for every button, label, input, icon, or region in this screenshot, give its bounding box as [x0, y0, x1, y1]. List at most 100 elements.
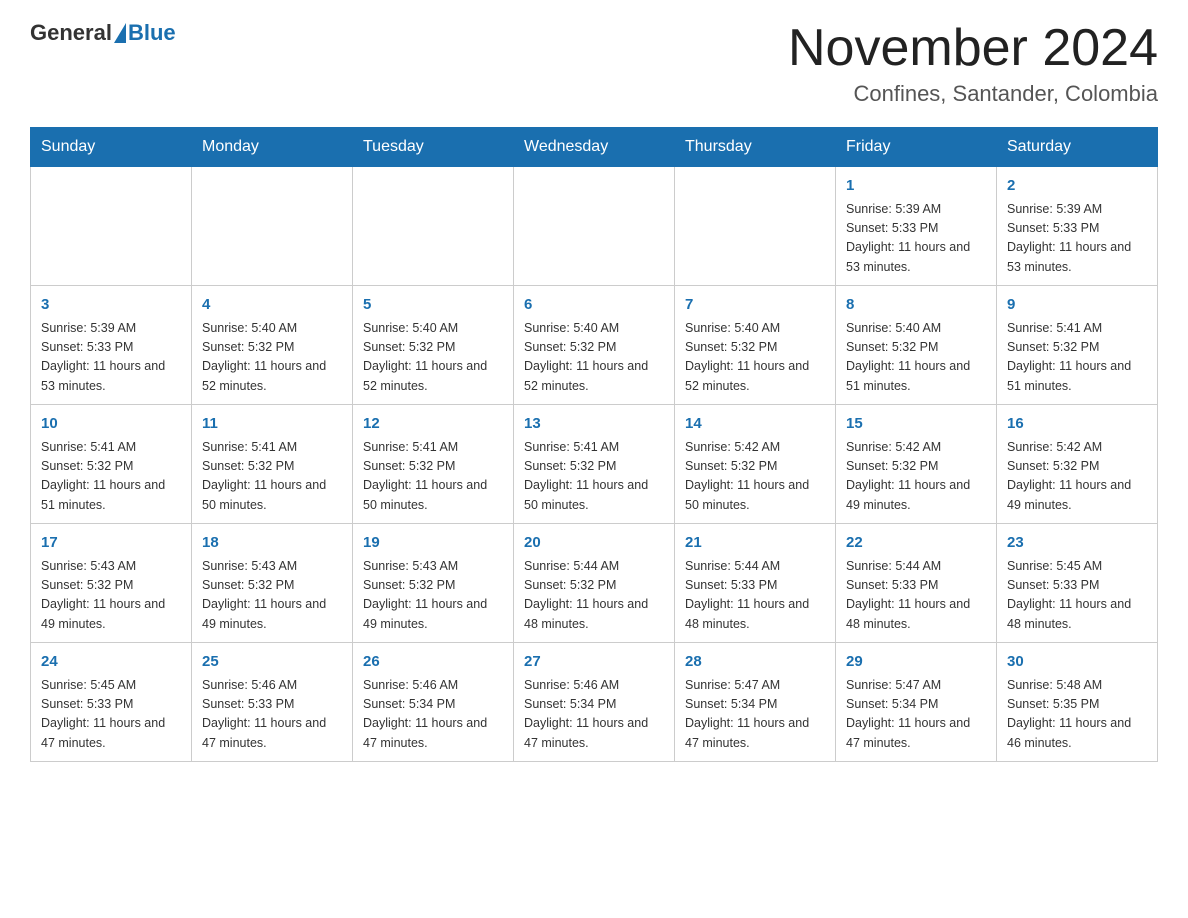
logo: General Blue [30, 20, 176, 46]
title-area: November 2024 Confines, Santander, Colom… [788, 20, 1158, 107]
calendar-cell: 13Sunrise: 5:41 AMSunset: 5:32 PMDayligh… [514, 405, 675, 524]
calendar-cell [353, 167, 514, 286]
day-number: 16 [1007, 413, 1147, 436]
day-number: 24 [41, 651, 181, 674]
day-number: 29 [846, 651, 986, 674]
day-info: Sunrise: 5:46 AMSunset: 5:34 PMDaylight:… [363, 676, 503, 754]
calendar-cell: 11Sunrise: 5:41 AMSunset: 5:32 PMDayligh… [192, 405, 353, 524]
day-info: Sunrise: 5:40 AMSunset: 5:32 PMDaylight:… [846, 319, 986, 397]
day-info: Sunrise: 5:41 AMSunset: 5:32 PMDaylight:… [363, 438, 503, 516]
page-header: General Blue November 2024 Confines, San… [30, 20, 1158, 107]
day-info: Sunrise: 5:43 AMSunset: 5:32 PMDaylight:… [41, 557, 181, 635]
location-subtitle: Confines, Santander, Colombia [788, 81, 1158, 107]
day-number: 26 [363, 651, 503, 674]
day-number: 25 [202, 651, 342, 674]
day-number: 9 [1007, 294, 1147, 317]
day-number: 7 [685, 294, 825, 317]
day-number: 22 [846, 532, 986, 555]
day-info: Sunrise: 5:41 AMSunset: 5:32 PMDaylight:… [202, 438, 342, 516]
day-info: Sunrise: 5:41 AMSunset: 5:32 PMDaylight:… [41, 438, 181, 516]
calendar-cell: 5Sunrise: 5:40 AMSunset: 5:32 PMDaylight… [353, 286, 514, 405]
calendar-cell: 4Sunrise: 5:40 AMSunset: 5:32 PMDaylight… [192, 286, 353, 405]
day-number: 17 [41, 532, 181, 555]
day-number: 10 [41, 413, 181, 436]
logo-triangle-icon [114, 23, 126, 43]
day-number: 15 [846, 413, 986, 436]
day-number: 12 [363, 413, 503, 436]
day-info: Sunrise: 5:47 AMSunset: 5:34 PMDaylight:… [685, 676, 825, 754]
calendar-cell: 14Sunrise: 5:42 AMSunset: 5:32 PMDayligh… [675, 405, 836, 524]
day-number: 1 [846, 175, 986, 198]
column-header-saturday: Saturday [997, 128, 1158, 167]
day-number: 4 [202, 294, 342, 317]
column-header-wednesday: Wednesday [514, 128, 675, 167]
day-info: Sunrise: 5:41 AMSunset: 5:32 PMDaylight:… [1007, 319, 1147, 397]
day-info: Sunrise: 5:40 AMSunset: 5:32 PMDaylight:… [524, 319, 664, 397]
month-title: November 2024 [788, 20, 1158, 77]
day-number: 6 [524, 294, 664, 317]
day-number: 3 [41, 294, 181, 317]
calendar-cell: 17Sunrise: 5:43 AMSunset: 5:32 PMDayligh… [31, 524, 192, 643]
column-header-sunday: Sunday [31, 128, 192, 167]
day-info: Sunrise: 5:40 AMSunset: 5:32 PMDaylight:… [202, 319, 342, 397]
day-info: Sunrise: 5:42 AMSunset: 5:32 PMDaylight:… [685, 438, 825, 516]
calendar-cell: 24Sunrise: 5:45 AMSunset: 5:33 PMDayligh… [31, 643, 192, 762]
calendar-cell: 10Sunrise: 5:41 AMSunset: 5:32 PMDayligh… [31, 405, 192, 524]
day-info: Sunrise: 5:45 AMSunset: 5:33 PMDaylight:… [41, 676, 181, 754]
calendar-cell: 18Sunrise: 5:43 AMSunset: 5:32 PMDayligh… [192, 524, 353, 643]
calendar-cell [675, 167, 836, 286]
calendar-cell: 8Sunrise: 5:40 AMSunset: 5:32 PMDaylight… [836, 286, 997, 405]
day-info: Sunrise: 5:43 AMSunset: 5:32 PMDaylight:… [363, 557, 503, 635]
day-number: 18 [202, 532, 342, 555]
day-number: 5 [363, 294, 503, 317]
day-number: 20 [524, 532, 664, 555]
calendar-cell: 6Sunrise: 5:40 AMSunset: 5:32 PMDaylight… [514, 286, 675, 405]
day-number: 21 [685, 532, 825, 555]
day-info: Sunrise: 5:46 AMSunset: 5:33 PMDaylight:… [202, 676, 342, 754]
day-number: 2 [1007, 175, 1147, 198]
calendar-week-1: 1Sunrise: 5:39 AMSunset: 5:33 PMDaylight… [31, 167, 1158, 286]
calendar-cell: 9Sunrise: 5:41 AMSunset: 5:32 PMDaylight… [997, 286, 1158, 405]
calendar-cell: 12Sunrise: 5:41 AMSunset: 5:32 PMDayligh… [353, 405, 514, 524]
day-number: 8 [846, 294, 986, 317]
calendar-cell: 30Sunrise: 5:48 AMSunset: 5:35 PMDayligh… [997, 643, 1158, 762]
calendar-cell [514, 167, 675, 286]
column-header-monday: Monday [192, 128, 353, 167]
day-info: Sunrise: 5:41 AMSunset: 5:32 PMDaylight:… [524, 438, 664, 516]
day-number: 30 [1007, 651, 1147, 674]
day-info: Sunrise: 5:39 AMSunset: 5:33 PMDaylight:… [846, 200, 986, 278]
calendar-cell: 27Sunrise: 5:46 AMSunset: 5:34 PMDayligh… [514, 643, 675, 762]
calendar-cell: 15Sunrise: 5:42 AMSunset: 5:32 PMDayligh… [836, 405, 997, 524]
calendar-cell: 23Sunrise: 5:45 AMSunset: 5:33 PMDayligh… [997, 524, 1158, 643]
calendar-cell: 28Sunrise: 5:47 AMSunset: 5:34 PMDayligh… [675, 643, 836, 762]
day-info: Sunrise: 5:48 AMSunset: 5:35 PMDaylight:… [1007, 676, 1147, 754]
column-header-thursday: Thursday [675, 128, 836, 167]
calendar-cell: 20Sunrise: 5:44 AMSunset: 5:32 PMDayligh… [514, 524, 675, 643]
day-number: 11 [202, 413, 342, 436]
calendar-cell [31, 167, 192, 286]
calendar-table: SundayMondayTuesdayWednesdayThursdayFrid… [30, 127, 1158, 762]
day-info: Sunrise: 5:46 AMSunset: 5:34 PMDaylight:… [524, 676, 664, 754]
calendar-cell: 3Sunrise: 5:39 AMSunset: 5:33 PMDaylight… [31, 286, 192, 405]
calendar-cell: 16Sunrise: 5:42 AMSunset: 5:32 PMDayligh… [997, 405, 1158, 524]
calendar-cell: 1Sunrise: 5:39 AMSunset: 5:33 PMDaylight… [836, 167, 997, 286]
logo-blue-text: Blue [128, 20, 176, 46]
calendar-cell: 29Sunrise: 5:47 AMSunset: 5:34 PMDayligh… [836, 643, 997, 762]
calendar-header-row: SundayMondayTuesdayWednesdayThursdayFrid… [31, 128, 1158, 167]
day-info: Sunrise: 5:40 AMSunset: 5:32 PMDaylight:… [363, 319, 503, 397]
calendar-week-4: 17Sunrise: 5:43 AMSunset: 5:32 PMDayligh… [31, 524, 1158, 643]
day-info: Sunrise: 5:42 AMSunset: 5:32 PMDaylight:… [846, 438, 986, 516]
day-number: 28 [685, 651, 825, 674]
day-info: Sunrise: 5:42 AMSunset: 5:32 PMDaylight:… [1007, 438, 1147, 516]
day-info: Sunrise: 5:45 AMSunset: 5:33 PMDaylight:… [1007, 557, 1147, 635]
day-info: Sunrise: 5:44 AMSunset: 5:33 PMDaylight:… [846, 557, 986, 635]
day-number: 27 [524, 651, 664, 674]
day-info: Sunrise: 5:40 AMSunset: 5:32 PMDaylight:… [685, 319, 825, 397]
day-info: Sunrise: 5:39 AMSunset: 5:33 PMDaylight:… [41, 319, 181, 397]
day-number: 19 [363, 532, 503, 555]
column-header-tuesday: Tuesday [353, 128, 514, 167]
day-info: Sunrise: 5:44 AMSunset: 5:32 PMDaylight:… [524, 557, 664, 635]
day-number: 14 [685, 413, 825, 436]
day-number: 23 [1007, 532, 1147, 555]
day-info: Sunrise: 5:44 AMSunset: 5:33 PMDaylight:… [685, 557, 825, 635]
